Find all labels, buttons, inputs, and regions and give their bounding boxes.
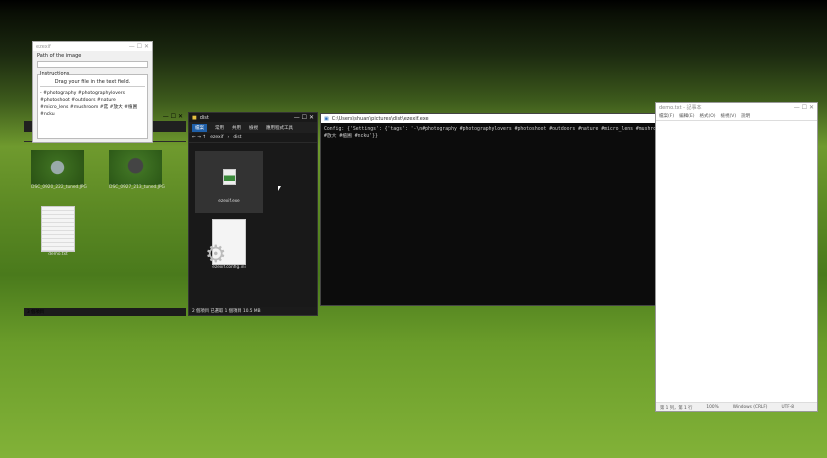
window-title: ezexif — [36, 43, 51, 50]
tags-output[interactable]: - #photography #photographylovers #photo… — [40, 87, 145, 118]
menu-edit[interactable]: 編輯(E) — [679, 113, 694, 119]
folder-icon: ■ — [192, 114, 197, 121]
image-thumbnail — [31, 150, 84, 185]
file-name: DSC_0927_213_tuned.JPG — [109, 185, 165, 190]
window-controls[interactable]: — ☐ ✕ — [129, 43, 149, 50]
instructions-label: Instructions — [40, 71, 70, 77]
window-controls[interactable]: — ☐ ✕ — [794, 104, 814, 111]
file-name: DSC_0920_222_tuned.JPG — [31, 185, 87, 190]
text-file-icon — [41, 206, 75, 252]
menu-view[interactable]: 檢視(V) — [721, 113, 737, 119]
window-title: dist — [199, 114, 209, 121]
ezexif-window: ezexif — ☐ ✕ Path of the image Instructio… — [32, 41, 153, 143]
nav-arrows-icon[interactable]: ← → ↑ — [192, 135, 206, 140]
gear-icon: ⚙ — [205, 240, 227, 268]
menu-format[interactable]: 格式(O) — [699, 113, 715, 119]
breadcrumb-item[interactable]: ezexif — [210, 135, 223, 140]
file-explorer-window-dist: ■ dist — ☐ ✕ 檔案 常用 共用 檢視 應用程式工具 ← → ↑ ezexi… — [188, 112, 318, 316]
breadcrumb-item[interactable]: dist — [233, 135, 241, 140]
config-file-icon: ⚙ — [205, 219, 246, 268]
title-bar: ▣ C:\Users\shuan\pictures\dist\ezexif.exe… — [321, 114, 689, 123]
menu-help[interactable]: 說明 — [741, 113, 750, 119]
file-item[interactable]: ⚙ ezexif.config.ini — [201, 219, 257, 270]
cursor-position: 第 1 列，第 1 行 — [660, 406, 693, 411]
window-controls[interactable]: — ☐ ✕ — [163, 113, 183, 120]
drag-hint: Drag your file in the text field. — [40, 78, 145, 87]
file-item[interactable]: demo.txt — [34, 206, 82, 257]
window-controls[interactable]: — ☐ ✕ — [294, 114, 314, 121]
image-thumbnail — [109, 150, 162, 185]
line-ending: Windows (CRLF) — [732, 405, 768, 410]
zoom-level: 100% — [706, 405, 719, 410]
file-item[interactable]: DSC_0920_222_tuned.JPG — [31, 150, 87, 190]
address-bar[interactable]: ← → ↑ ezexif › dist — [189, 133, 317, 143]
exe-image-icon — [222, 169, 236, 185]
tab-share[interactable]: 共用 — [232, 125, 241, 131]
window-title: C:\Users\shuan\pictures\dist\ezexif.exe — [331, 115, 429, 122]
console-icon: ▣ — [324, 115, 329, 122]
tab-app-tools[interactable]: 應用程式工具 — [266, 125, 293, 131]
tab-home[interactable]: 常用 — [215, 125, 224, 131]
tab-view[interactable]: 檢視 — [249, 125, 258, 131]
console-window: ▣ C:\Users\shuan\pictures\dist\ezexif.exe… — [320, 113, 690, 306]
console-output: Config: {'Settings': {'tags': '-\n#photo… — [324, 127, 672, 139]
window-title: demo.txt - 記事本 — [659, 105, 702, 111]
ribbon: 檔案 常用 共用 檢視 應用程式工具 — [189, 122, 317, 133]
mouse-cursor-icon — [278, 186, 281, 191]
menu-file[interactable]: 檔案(F) — [659, 113, 674, 119]
title-bar: ezexif — ☐ ✕ — [33, 42, 152, 51]
notepad-window: demo.txt - 記事本 — ☐ ✕ 檔案(F) 編輯(E) 格式(O) 檢視… — [655, 102, 818, 412]
tab-file[interactable]: 檔案 — [192, 123, 207, 132]
path-label: Path of the image — [37, 53, 82, 59]
status-bar: 3 個項目 — [24, 308, 186, 316]
status-bar: 第 1 列，第 1 行 100% Windows (CRLF) UTF-8 — [656, 402, 817, 411]
title-bar: demo.txt - 記事本 — ☐ ✕ — [656, 103, 817, 112]
status-bar: 2 個項目 已選取 1 個項目 10.5 MB — [189, 307, 317, 315]
menu-bar: 檔案(F) 編輯(E) 格式(O) 檢視(V) 說明 — [656, 112, 817, 121]
encoding: UTF-8 — [781, 405, 795, 410]
file-name: ezexif.exe — [218, 199, 240, 204]
title-bar: ■ dist — ☐ ✕ — [189, 113, 317, 122]
instructions-group: Instructions Drag your file in the text … — [37, 71, 148, 139]
file-item-selected[interactable]: ezexif.exe — [195, 151, 263, 213]
file-name: demo.txt — [48, 252, 68, 257]
path-input[interactable] — [37, 61, 148, 68]
file-item[interactable]: DSC_0927_213_tuned.JPG — [109, 150, 165, 190]
